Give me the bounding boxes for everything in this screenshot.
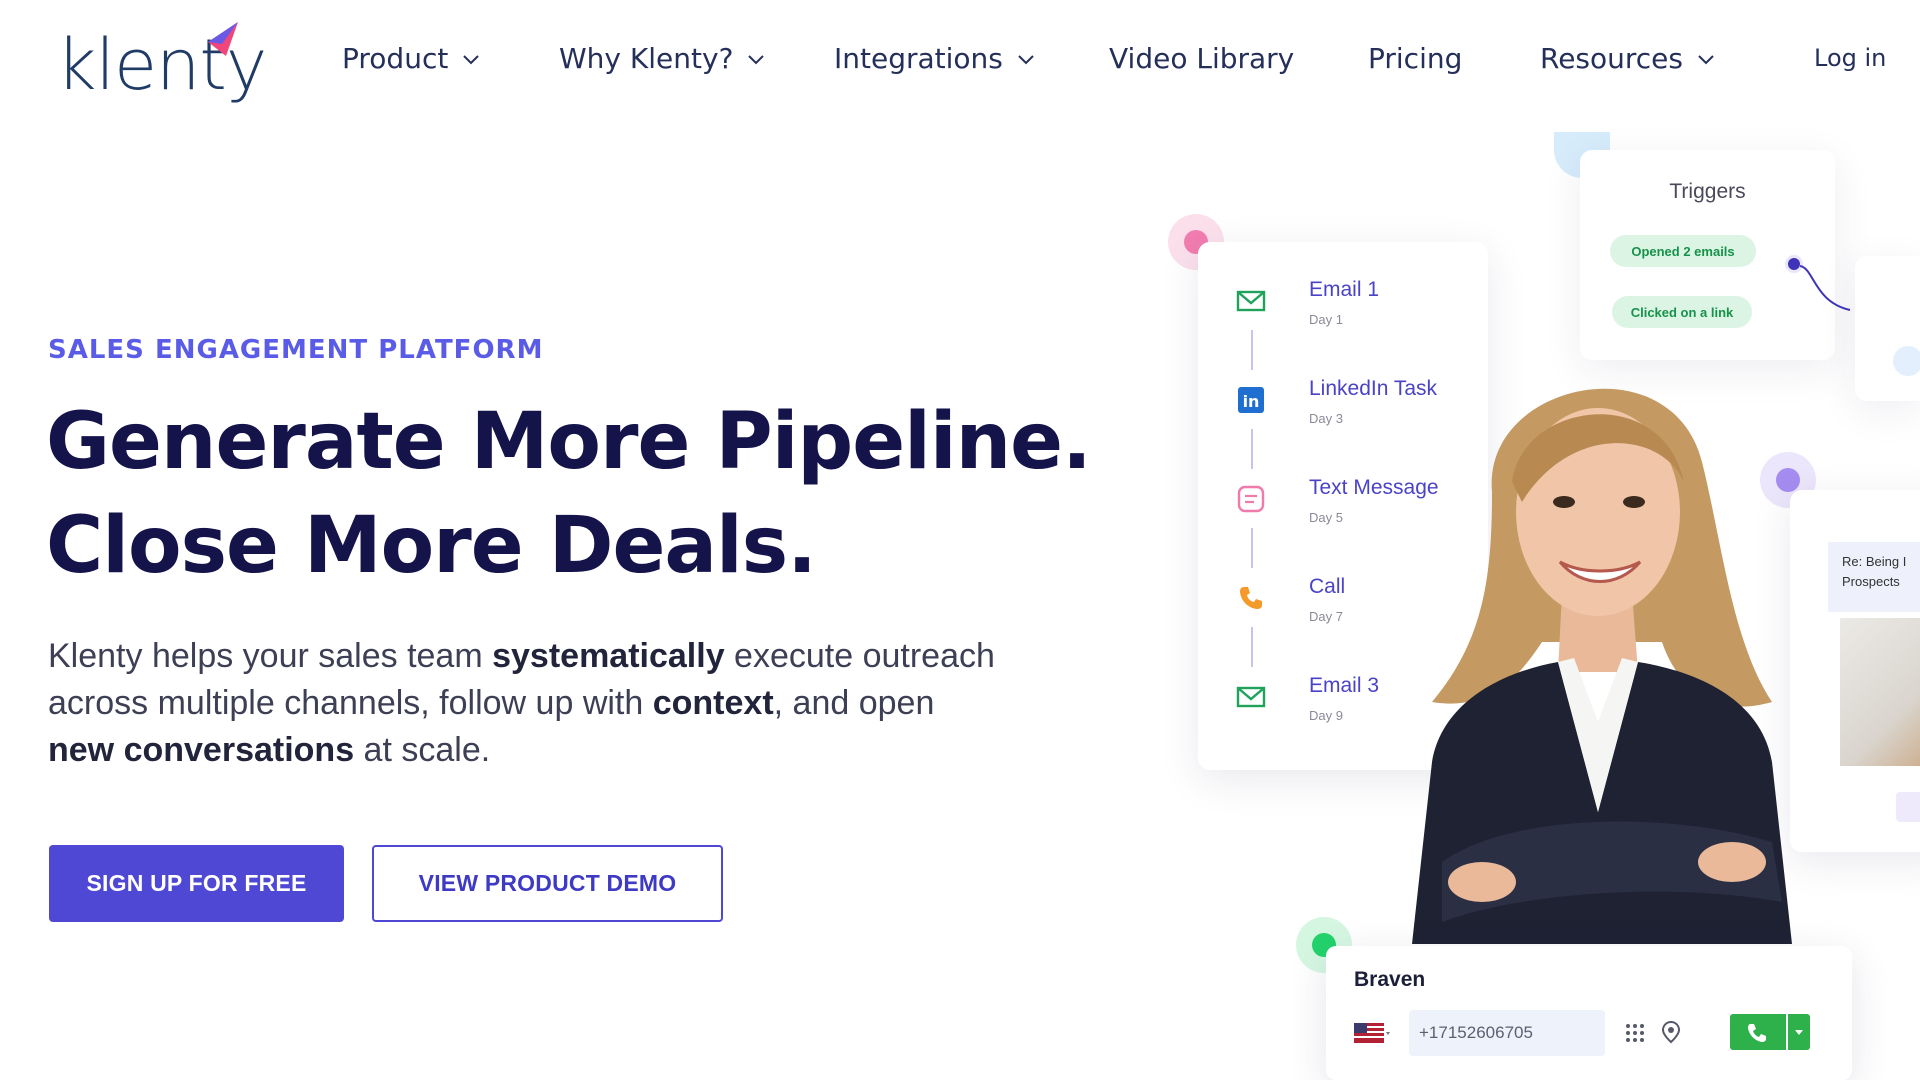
klenty-logo[interactable]: klenty <box>56 18 267 108</box>
call-button[interactable] <box>1730 1014 1786 1050</box>
step-day: Day 3 <box>1309 411 1343 426</box>
chevron-down-icon <box>748 54 765 64</box>
prospect-photo <box>1840 618 1920 766</box>
login-link[interactable]: Log in <box>1814 44 1886 72</box>
message-icon <box>1237 485 1265 513</box>
email-subject-line1: Re: Being I <box>1842 554 1907 569</box>
contact-name: Braven <box>1354 968 1426 991</box>
nav-item-label: Product <box>342 42 449 75</box>
nav-item-label: Why Klenty? <box>559 42 734 75</box>
nav-item-product[interactable]: Product <box>342 42 480 75</box>
step-connector <box>1251 528 1253 568</box>
chevron-down-icon <box>1698 54 1714 64</box>
trigger-connector <box>1785 255 1851 311</box>
hero-headline: Generate More Pipeline. Close More Deals… <box>46 390 1092 598</box>
nav-item-label: Resources <box>1540 42 1683 75</box>
workflow-node <box>1893 346 1920 376</box>
location-pin-icon[interactable] <box>1659 1020 1683 1046</box>
desc-bold-1: systematically <box>492 637 725 675</box>
nav-item-resources[interactable]: Resources <box>1540 42 1715 75</box>
headline-line-2: Close More Deals. <box>46 501 817 591</box>
desc-text-1: Klenty helps your sales team <box>48 637 493 675</box>
step-title: Call <box>1309 575 1346 598</box>
phone-icon <box>1748 1024 1766 1042</box>
login-label: Log in <box>1814 44 1887 72</box>
step-day: Day 1 <box>1309 312 1343 327</box>
nav-item-label: Pricing <box>1368 42 1463 75</box>
email-subject: Re: Being I Prospects <box>1828 542 1920 612</box>
workflow-card-partial <box>1855 256 1920 401</box>
view-demo-button[interactable]: VIEW PRODUCT DEMO <box>372 845 723 922</box>
step-connector <box>1251 429 1253 469</box>
step-connector <box>1251 330 1253 370</box>
dialer-card: Braven +17152606705 <box>1326 946 1852 1080</box>
email-action-chip <box>1896 792 1920 822</box>
phone-number-input[interactable]: +17152606705 <box>1409 1010 1605 1056</box>
step-day: Day 9 <box>1309 708 1343 723</box>
nav-item-video-library[interactable]: Video Library <box>1109 42 1294 75</box>
hero-description: Klenty helps your sales team systematica… <box>48 633 1008 774</box>
hero-eyebrow: SALES ENGAGEMENT PLATFORM <box>48 335 544 365</box>
us-flag-icon[interactable] <box>1354 1022 1390 1044</box>
svg-text:in: in <box>1243 392 1260 411</box>
sign-up-button[interactable]: SIGN UP FOR FREE <box>49 845 344 922</box>
linkedin-icon: in <box>1238 387 1264 413</box>
desc-bold-3: new conversations <box>48 731 355 769</box>
step-title: Email 3 <box>1309 674 1380 697</box>
email-subject-line2: Prospects <box>1842 574 1900 589</box>
chevron-down-icon <box>1795 1030 1803 1035</box>
call-options-dropdown[interactable] <box>1788 1014 1810 1050</box>
headline-line-1: Generate More Pipeline. <box>46 397 1092 487</box>
mail-icon <box>1236 686 1266 708</box>
trigger-pill-opened: Opened 2 emails <box>1610 235 1756 267</box>
nav-item-label: Integrations <box>834 42 1003 75</box>
nav-item-label: Video Library <box>1109 42 1295 75</box>
step-day: Day 5 <box>1309 510 1343 525</box>
nav-item-integrations[interactable]: Integrations <box>834 42 1035 75</box>
desc-bold-2: context <box>652 684 774 722</box>
step-title: Email 1 <box>1309 278 1380 301</box>
trigger-pill-clicked: Clicked on a link <box>1612 296 1752 328</box>
paper-plane-icon <box>208 22 238 56</box>
step-connector <box>1251 627 1253 667</box>
keypad-icon[interactable] <box>1624 1022 1646 1044</box>
step-day: Day 7 <box>1309 609 1343 624</box>
desc-text-3: , and open <box>773 684 935 722</box>
triggers-title: Triggers <box>1669 180 1746 203</box>
mail-icon <box>1236 290 1266 312</box>
top-navigation: klenty Product Why Klenty? Integrations … <box>0 0 1920 120</box>
chevron-down-icon <box>463 54 480 64</box>
sequence-step: Email 1 Day 1 <box>1198 278 1488 338</box>
saleswoman-photo <box>1412 388 1792 944</box>
phone-icon <box>1240 587 1262 609</box>
nav-item-why-klenty[interactable]: Why Klenty? <box>559 42 765 75</box>
chevron-down-icon <box>1018 54 1034 64</box>
nav-item-pricing[interactable]: Pricing <box>1368 42 1462 75</box>
desc-text-4: at scale. <box>354 731 491 769</box>
